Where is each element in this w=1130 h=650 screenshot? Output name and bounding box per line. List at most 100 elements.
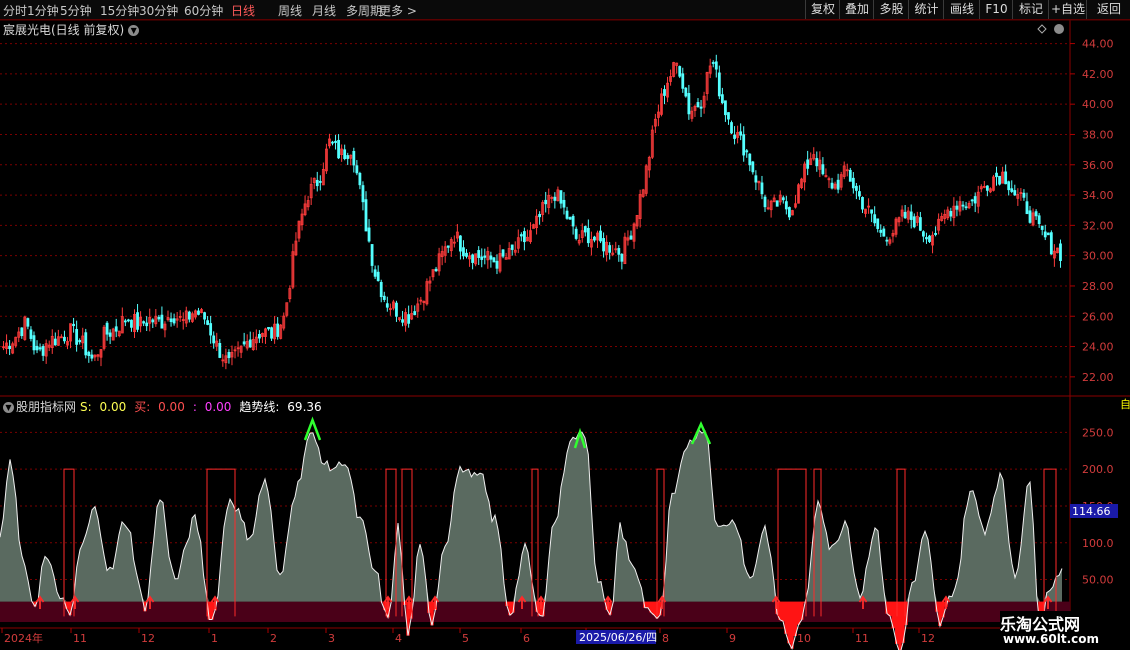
candle-body: [209, 323, 213, 336]
candle-body: [696, 102, 700, 108]
candle-body: [242, 341, 246, 345]
trend-label: 趋势线: 69.36: [239, 400, 325, 414]
candle-body: [763, 196, 767, 208]
price-tick-label: 42.00: [1082, 68, 1114, 81]
candle-body: [1007, 181, 1011, 191]
candle-body: [995, 172, 998, 178]
candle-body: [836, 179, 840, 190]
candle-body: [87, 351, 91, 357]
price-tick-label: 32.00: [1082, 219, 1114, 232]
candle-body: [206, 320, 210, 325]
candle-body: [964, 206, 968, 209]
candle-body: [267, 326, 270, 330]
candle-body: [187, 311, 191, 320]
candle-body: [538, 213, 542, 218]
candle-body: [519, 234, 523, 237]
candle-body: [35, 345, 39, 351]
price-tick-label: 28.00: [1082, 280, 1114, 293]
candle-body: [401, 319, 404, 323]
candle-body: [574, 228, 578, 239]
candle-body: [949, 210, 953, 217]
candle-body: [620, 253, 624, 262]
candle-body: [151, 319, 155, 323]
candle-body: [717, 72, 721, 97]
candle-body: [1037, 215, 1041, 225]
candle-body: [733, 134, 736, 139]
candle-body: [1025, 201, 1029, 215]
candle-body: [522, 231, 526, 243]
buy-value: 0.00: [158, 400, 185, 414]
candle-body: [169, 318, 173, 322]
buy-label-text: 买:: [134, 400, 151, 414]
candle-body: [334, 140, 337, 143]
indicator-tick-label: 100.0: [1082, 537, 1114, 550]
candle-body: [160, 314, 164, 329]
candle-body: [471, 254, 475, 263]
candle-body: [1034, 211, 1038, 217]
candle-body: [1013, 190, 1017, 196]
candle-body: [787, 207, 791, 218]
price-tick-label: 36.00: [1082, 159, 1114, 172]
candle-body: [922, 231, 925, 237]
date-tick-label: 11: [855, 632, 869, 645]
chevron-down-icon[interactable]: ▼: [3, 402, 14, 413]
candle-body: [8, 345, 12, 350]
candle-body: [781, 197, 785, 201]
candle-body: [373, 269, 377, 277]
candle-body: [724, 100, 727, 116]
candle-body: [84, 332, 88, 356]
candle-body: [26, 318, 30, 327]
side-panel-label: 自: [1120, 398, 1130, 411]
candle-body: [1040, 225, 1044, 230]
buy-value-2: : 0.00: [193, 400, 236, 414]
candle-body: [1043, 231, 1047, 238]
candle-body: [172, 318, 176, 324]
chevron-down-icon: [1054, 24, 1064, 34]
candle-body: [806, 159, 810, 169]
candle-body: [1022, 192, 1026, 198]
candle-body: [53, 338, 57, 346]
date-tick-label: 2: [270, 632, 277, 645]
date-tick-label: 12: [141, 632, 155, 645]
candle-body: [714, 61, 718, 70]
candle-body: [1004, 171, 1008, 185]
candle-body: [873, 214, 877, 224]
candle-body: [114, 326, 118, 332]
candle-body: [586, 227, 590, 244]
candle-body: [90, 354, 94, 359]
buy-value-2-text: 0.00: [204, 400, 232, 414]
date-tick-label: 8: [662, 632, 669, 645]
price-tick-label: 30.00: [1082, 250, 1114, 263]
chart-canvas[interactable]: 44.0042.0040.0038.0036.0034.0032.0030.00…: [0, 0, 1130, 650]
candle-body: [489, 255, 493, 260]
candle-body: [699, 106, 703, 109]
candle-body: [928, 235, 931, 242]
candle-body: [870, 209, 874, 214]
candle-body: [745, 150, 749, 153]
candle-body: [784, 201, 788, 210]
candle-body: [973, 196, 977, 204]
candle-body: [197, 310, 200, 315]
candle-body: [130, 319, 133, 328]
watermark-url: www.60lt.com: [1003, 632, 1100, 646]
candle-body: [218, 343, 222, 358]
candle-body: [909, 211, 913, 220]
candle-body: [848, 169, 852, 182]
candle-body: [562, 199, 566, 208]
candle-body: [318, 181, 322, 183]
candle-body: [687, 93, 691, 115]
candle-body: [608, 245, 612, 253]
indicator-header: ▼ 股朋指标网 S: 0.00 买: 0.00: 0.00 趋势线: 69.36: [3, 398, 330, 415]
candle-body: [407, 314, 411, 324]
candle-body: [925, 237, 928, 240]
candle-body: [711, 62, 715, 64]
candle-body: [955, 205, 959, 210]
candle-body: [385, 303, 389, 308]
price-tick-label: 38.00: [1082, 128, 1114, 141]
candle-body: [123, 320, 127, 323]
candle-body: [75, 329, 79, 345]
date-tick-label: 6: [523, 632, 530, 645]
price-tick-label: 40.00: [1082, 98, 1114, 111]
candle-body: [821, 164, 825, 175]
candle-body: [739, 131, 743, 136]
